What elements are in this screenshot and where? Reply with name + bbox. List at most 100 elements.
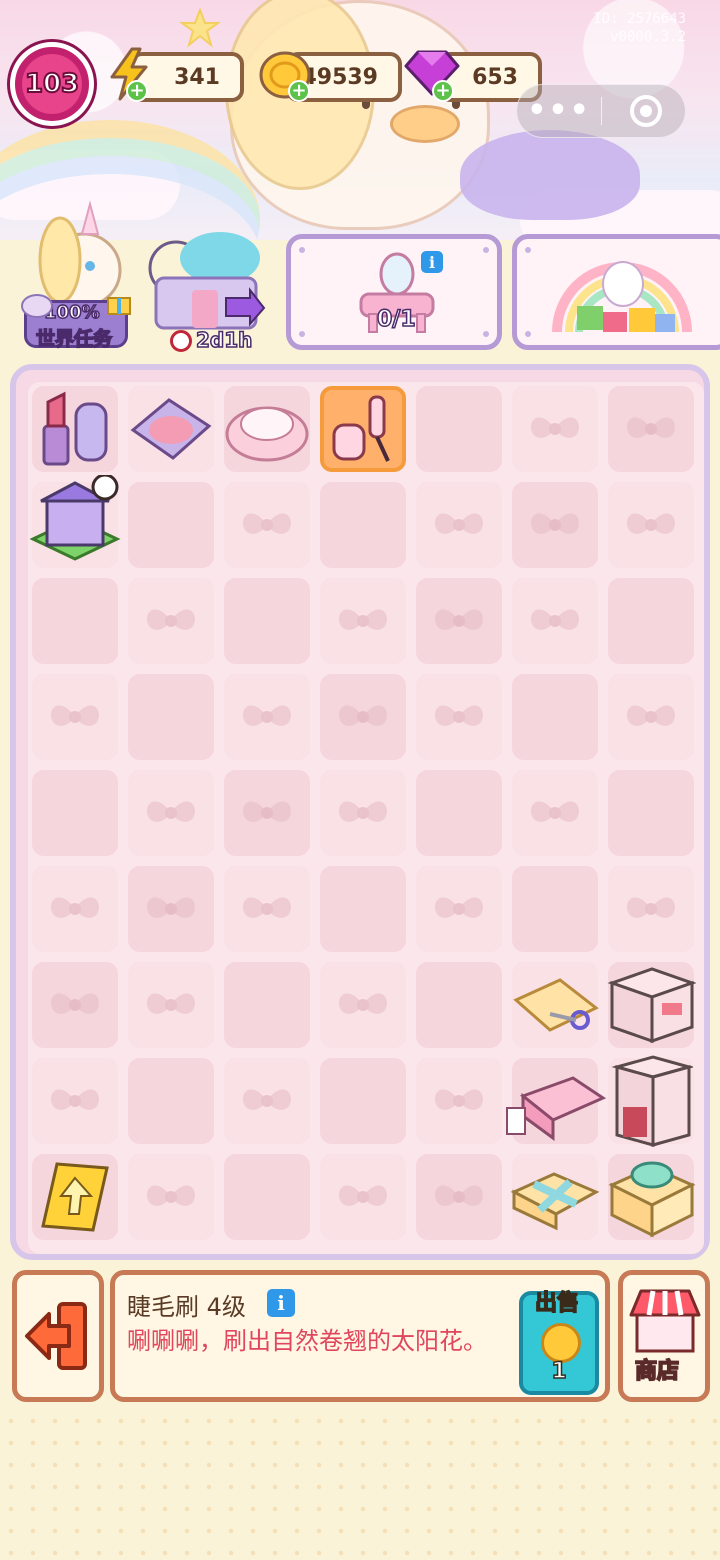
board-cell-empty[interactable] [320, 962, 406, 1048]
board-cell-empty[interactable] [416, 1154, 502, 1240]
board-cell-empty[interactable] [320, 482, 406, 568]
add-coin-button[interactable]: + [288, 80, 310, 102]
bow-icon [47, 697, 103, 737]
bed-item[interactable] [503, 1058, 607, 1144]
player-level-badge[interactable]: 103 [10, 42, 94, 126]
board-cell-empty[interactable] [416, 578, 502, 664]
board-cell-empty[interactable] [416, 962, 502, 1048]
board-cell-empty[interactable] [128, 770, 214, 856]
board-cell-empty[interactable] [608, 578, 694, 664]
mascot-beak [390, 105, 460, 143]
sell-price: 1 [551, 1358, 568, 1385]
add-energy-button[interactable]: + [126, 80, 148, 102]
gift-box-large-item[interactable] [606, 1155, 696, 1239]
board-cell[interactable] [510, 1154, 600, 1240]
board-cell-empty[interactable] [512, 482, 598, 568]
blush-compact-item[interactable] [129, 394, 213, 464]
board-cell-empty[interactable] [512, 674, 598, 760]
board-cell-empty[interactable] [224, 482, 310, 568]
board-cell-empty[interactable] [320, 674, 406, 760]
exit-button[interactable] [12, 1270, 104, 1402]
item-info-icon[interactable]: i [267, 1289, 295, 1317]
board-cell-empty[interactable] [224, 578, 310, 664]
board-cell[interactable] [29, 475, 121, 568]
board-cell-empty[interactable] [128, 962, 214, 1048]
board-cell-empty[interactable] [224, 962, 310, 1048]
shop-label: 商店 [634, 1358, 680, 1385]
board-cell[interactable] [32, 1154, 118, 1240]
powder-puff-item[interactable] [224, 394, 310, 464]
board-cell-empty[interactable] [224, 1154, 310, 1240]
board-cell-empty[interactable] [512, 578, 598, 664]
board-cell-empty[interactable] [224, 1058, 310, 1144]
board-cell-empty[interactable] [512, 386, 598, 472]
board-cell-empty[interactable] [32, 1058, 118, 1144]
board-cell-empty[interactable] [128, 866, 214, 952]
board-cell-empty[interactable] [416, 1058, 502, 1144]
board-cell-empty[interactable] [224, 770, 310, 856]
board-cell-empty[interactable] [608, 386, 694, 472]
shop-building-item[interactable] [27, 475, 123, 575]
lipstick-item[interactable] [38, 390, 112, 468]
board-cell[interactable] [224, 386, 310, 472]
board-cell-empty[interactable] [128, 482, 214, 568]
amusement-park-icon [148, 232, 266, 330]
board-cell-empty[interactable] [512, 770, 598, 856]
board-cell-empty[interactable] [608, 674, 694, 760]
board-cell-empty[interactable] [128, 578, 214, 664]
board-cell[interactable] [506, 1058, 607, 1144]
board-cell-empty[interactable] [128, 1154, 214, 1240]
board-cell-empty[interactable] [32, 578, 118, 664]
cloth-scissors-item[interactable] [510, 974, 600, 1036]
add-gem-button[interactable]: + [432, 80, 454, 102]
board-cell[interactable] [128, 386, 214, 472]
board-cell[interactable] [608, 1055, 694, 1147]
mascara-brush-item[interactable] [326, 391, 400, 467]
board-cell-selected[interactable] [320, 386, 406, 472]
event-park-button[interactable]: 2d1h [146, 228, 270, 354]
clock-icon [170, 330, 192, 352]
board-cell[interactable] [32, 386, 118, 472]
info-icon[interactable]: i [421, 251, 443, 273]
shop-button[interactable]: 商店 [618, 1270, 710, 1402]
board-cell[interactable] [606, 1154, 696, 1240]
board-cell-empty[interactable] [608, 482, 694, 568]
rainbow-gift-card[interactable] [512, 234, 720, 350]
upgrade-card-item[interactable] [39, 1160, 111, 1234]
board-cell-empty[interactable] [320, 578, 406, 664]
bottom-dot-pattern [0, 1410, 720, 1560]
cabinet-item[interactable] [609, 1053, 693, 1149]
board-cell-empty[interactable] [128, 674, 214, 760]
watermark-line: v0000.3.2 [610, 29, 686, 45]
board-cell-empty[interactable] [320, 1058, 406, 1144]
board-cell-empty[interactable] [416, 482, 502, 568]
board-cell-empty[interactable] [32, 674, 118, 760]
board-cell-empty[interactable] [608, 866, 694, 952]
vanity-order-card[interactable]: i 0/1 [286, 234, 502, 350]
board-cell-empty[interactable] [32, 962, 118, 1048]
board-cell[interactable] [606, 962, 696, 1048]
board-cell-empty[interactable] [416, 770, 502, 856]
board-cell-empty[interactable] [224, 866, 310, 952]
board-cell-empty[interactable] [416, 674, 502, 760]
close-miniprogram-button[interactable] [630, 95, 662, 127]
nightstand-item[interactable] [606, 963, 696, 1047]
more-menu-button[interactable]: ••• [517, 96, 601, 126]
gift-box-item[interactable] [510, 1162, 600, 1232]
sell-button[interactable]: 出售 1 [519, 1290, 599, 1395]
bow-icon [431, 1081, 487, 1121]
board-cell-empty[interactable] [320, 866, 406, 952]
board-cell-empty[interactable] [128, 1058, 214, 1144]
board-cell[interactable] [510, 962, 600, 1048]
bow-icon [431, 1177, 487, 1217]
board-cell-empty[interactable] [32, 770, 118, 856]
world-task-button[interactable]: 100% 世界任务 [20, 200, 132, 351]
board-cell-empty[interactable] [224, 674, 310, 760]
board-cell-empty[interactable] [416, 866, 502, 952]
board-cell-empty[interactable] [32, 866, 118, 952]
board-cell-empty[interactable] [608, 770, 694, 856]
board-cell-empty[interactable] [512, 866, 598, 952]
board-cell-empty[interactable] [416, 386, 502, 472]
board-cell-empty[interactable] [320, 1154, 406, 1240]
board-cell-empty[interactable] [320, 770, 406, 856]
